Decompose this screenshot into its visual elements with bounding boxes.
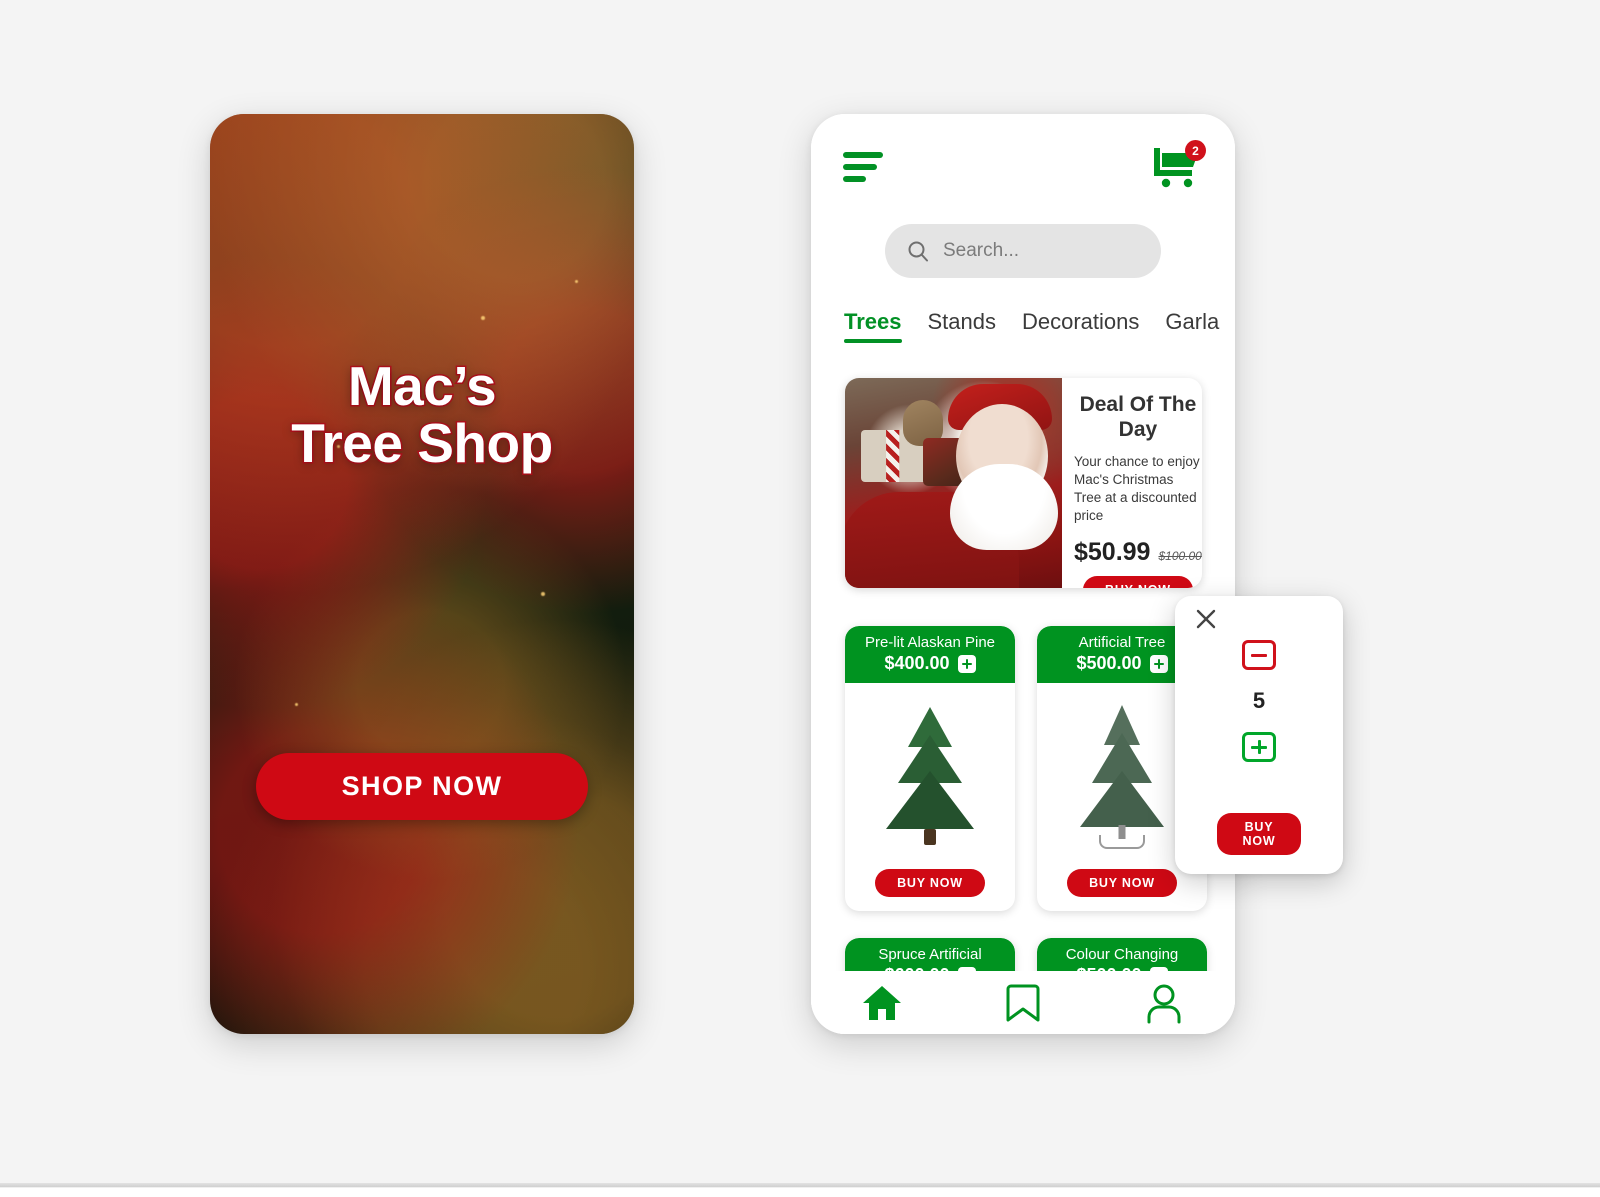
product-card-header: Pre-lit Alaskan Pine $400.00 <box>845 626 1015 684</box>
minus-square-icon[interactable] <box>1242 640 1276 670</box>
tab-trees[interactable]: Trees <box>844 309 902 343</box>
hamburger-menu-icon[interactable] <box>843 152 883 182</box>
cart-badge: 2 <box>1185 140 1206 161</box>
deal-title: Deal Of The Day <box>1079 393 1197 442</box>
deal-price-row: $50.99 $100.00 <box>1074 538 1202 567</box>
product-price: $400.00 <box>884 653 950 674</box>
product-name: Pre-lit Alaskan Pine <box>864 634 996 651</box>
plus-square-icon[interactable] <box>1242 732 1276 762</box>
deal-of-the-day-card[interactable]: Deal Of The Day Your chance to enjoy Mac… <box>845 378 1202 588</box>
canvas-bottom-edge <box>0 1183 1600 1197</box>
shop-now-button[interactable]: SHOP NOW <box>256 753 588 820</box>
app-header: 2 <box>811 114 1235 220</box>
search-placeholder: Search... <box>943 240 1020 261</box>
home-icon <box>862 985 901 1020</box>
quantity-stepper: 5 <box>1175 640 1343 762</box>
tab-decorations[interactable]: Decorations <box>1022 309 1139 343</box>
hero-background-image: Mac’s Tree Shop SHOP NOW <box>210 114 634 1034</box>
product-name: Colour Changing <box>1065 946 1179 963</box>
app-screen: 2 Search... Trees Stands Decorations Gar… <box>811 114 1235 1034</box>
nav-item-saved[interactable] <box>993 980 1053 1026</box>
plus-square-icon[interactable] <box>957 654 976 673</box>
search-icon <box>908 241 928 262</box>
product-buy-now-button[interactable]: BUY NOW <box>1067 869 1177 897</box>
person-icon <box>1147 984 1181 1023</box>
bookmark-icon <box>1006 984 1040 1021</box>
product-name: Spruce Artificial <box>878 946 982 963</box>
deal-buy-now-button[interactable]: BUY NOW <box>1083 575 1193 588</box>
product-image <box>845 683 1015 869</box>
hero-title-line-1: Mac’s <box>346 355 498 417</box>
hero-title-line-2: Tree Shop <box>290 412 555 475</box>
phone-mockup-landing: Mac’s Tree Shop SHOP NOW <box>210 114 634 1034</box>
popup-buy-now-button[interactable]: BUY NOW <box>1217 813 1301 855</box>
deal-description: Your chance to enjoy Mac's Christmas Tre… <box>1074 454 1200 523</box>
christmas-tree-illustration <box>1070 701 1174 851</box>
nav-item-home[interactable] <box>852 980 912 1026</box>
quantity-value: 5 <box>1252 688 1266 713</box>
deal-product-image <box>845 378 1062 588</box>
phone-mockup-store: 2 Search... Trees Stands Decorations Gar… <box>811 114 1235 1034</box>
christmas-tree-illustration <box>878 701 982 851</box>
category-tabs: Trees Stands Decorations Garla <box>844 309 1235 343</box>
quantity-popup: 5 BUY NOW <box>1175 596 1343 874</box>
close-icon[interactable] <box>1194 607 1218 631</box>
tab-stands[interactable]: Stands <box>928 309 997 343</box>
search-row: Search... <box>811 224 1235 278</box>
page-title: Mac’s Tree Shop <box>290 355 555 475</box>
product-grid: Pre-lit Alaskan Pine $400.00 BUY NOW Art… <box>845 626 1219 911</box>
deal-price: $50.99 <box>1074 537 1151 566</box>
product-card[interactable]: Pre-lit Alaskan Pine $400.00 BUY NOW <box>845 626 1015 911</box>
product-buy-now-button[interactable]: BUY NOW <box>875 869 985 897</box>
search-input[interactable]: Search... <box>885 224 1161 278</box>
product-price: $500.00 <box>1076 653 1142 674</box>
bottom-navigation-bar <box>811 971 1235 1034</box>
tab-garlands[interactable]: Garla <box>1165 309 1219 343</box>
screenshot-canvas: Mac’s Tree Shop SHOP NOW 2 Search... Tre… <box>0 0 1600 1197</box>
deal-info: Deal Of The Day Your chance to enjoy Mac… <box>1062 378 1202 588</box>
plus-square-icon[interactable] <box>1149 654 1168 673</box>
cart-button[interactable]: 2 <box>1149 140 1206 190</box>
nav-item-profile[interactable] <box>1134 980 1194 1026</box>
deal-original-price: $100.00 <box>1158 548 1202 563</box>
